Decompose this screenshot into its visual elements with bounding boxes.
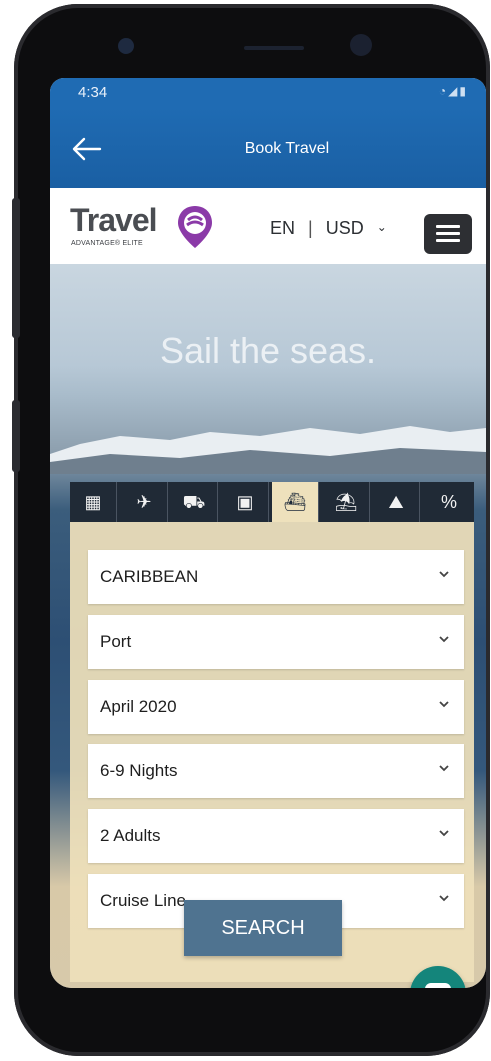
search-button[interactable]: SEARCH bbox=[184, 900, 342, 956]
language-currency-selector[interactable]: EN | USD ⌄ bbox=[270, 218, 387, 239]
signal-icon: ◢ bbox=[448, 84, 460, 98]
location-pin-icon bbox=[178, 206, 212, 248]
page-title: Book Travel bbox=[244, 140, 330, 157]
status-icons: ◔◢▮ bbox=[439, 84, 468, 98]
logo-subtext: ADVANTAGE® ELITE bbox=[71, 240, 143, 247]
chevron-down-icon bbox=[439, 895, 449, 902]
train-icon: ▣ bbox=[236, 492, 254, 512]
earpiece-speaker bbox=[244, 46, 304, 50]
bixby-button bbox=[12, 400, 20, 472]
screen: 4:34 ◔◢▮ Book Travel Travel ADVANTAGE® E… bbox=[50, 78, 486, 988]
coastline-image bbox=[50, 426, 486, 474]
booking-category-tabs: ▦ ✈ ⛟ ▣ ⛴ ⛱ ⛰ % bbox=[70, 482, 474, 522]
chevron-down-icon bbox=[439, 830, 449, 837]
currency-code: USD bbox=[325, 218, 364, 238]
chevron-down-icon bbox=[439, 636, 449, 643]
chat-bubble-icon bbox=[425, 983, 451, 988]
site-header: Travel ADVANTAGE® ELITE EN | USD ⌄ bbox=[50, 188, 486, 264]
status-bar: 4:34 ◔◢▮ bbox=[50, 78, 486, 108]
port-value: Port bbox=[100, 632, 132, 651]
chat-button[interactable] bbox=[410, 966, 466, 988]
nights-select[interactable]: 6-9 Nights bbox=[88, 744, 464, 798]
tab-deals[interactable]: % bbox=[424, 482, 474, 522]
wifi-icon: ◔ bbox=[438, 84, 449, 98]
tab-trains[interactable]: ▣ bbox=[222, 482, 269, 522]
nights-value: 6-9 Nights bbox=[100, 761, 178, 780]
date-value: April 2020 bbox=[100, 697, 177, 716]
travel-advantage-logo[interactable]: Travel ADVANTAGE® ELITE bbox=[70, 202, 240, 258]
date-select[interactable]: April 2020 bbox=[88, 680, 464, 734]
language-code: EN bbox=[270, 218, 296, 238]
guests-select[interactable]: 2 Adults bbox=[88, 809, 464, 863]
chevron-down-icon bbox=[439, 571, 449, 578]
port-select[interactable]: Port bbox=[88, 615, 464, 669]
front-sensor bbox=[118, 38, 134, 54]
tab-cars[interactable]: ⛟ bbox=[171, 482, 218, 522]
chevron-down-icon bbox=[439, 765, 449, 772]
chevron-down-icon: ⌄ bbox=[376, 220, 387, 234]
tab-hotels[interactable]: ▦ bbox=[70, 482, 117, 522]
car-icon: ⛟ bbox=[182, 492, 206, 512]
flight-icon: ✈ bbox=[136, 492, 152, 512]
tab-flights[interactable]: ✈ bbox=[121, 482, 168, 522]
destination-select[interactable]: CARIBBEAN bbox=[88, 550, 464, 604]
beach-umbrella-icon: ⛱ bbox=[334, 492, 358, 512]
status-time: 4:34 bbox=[78, 84, 108, 101]
logo-text: Travel bbox=[70, 202, 158, 238]
activities-icon: ⛰ bbox=[388, 492, 404, 512]
front-camera bbox=[350, 34, 372, 56]
cruise-icon: ⛴ bbox=[283, 492, 307, 512]
volume-button bbox=[12, 198, 20, 338]
tab-cruises[interactable]: ⛴ bbox=[272, 482, 319, 522]
guests-value: 2 Adults bbox=[100, 826, 161, 845]
chevron-down-icon bbox=[439, 701, 449, 708]
cruise-line-value: Cruise Line bbox=[100, 891, 186, 910]
phone-frame: 4:34 ◔◢▮ Book Travel Travel ADVANTAGE® E… bbox=[14, 4, 490, 1056]
tab-vacations[interactable]: ⛱ bbox=[323, 482, 370, 522]
menu-button[interactable] bbox=[424, 214, 472, 254]
app-bar: Book Travel bbox=[50, 108, 486, 188]
hero-title: Sail the seas. bbox=[159, 330, 377, 371]
hotel-icon: ▦ bbox=[84, 492, 102, 512]
hero-section: Sail the seas. ▦ ✈ ⛟ ▣ ⛴ ⛱ ⛰ % CARIBBEAN bbox=[50, 264, 486, 988]
destination-value: CARIBBEAN bbox=[100, 567, 199, 586]
tab-activities[interactable]: ⛰ bbox=[373, 482, 420, 522]
discount-icon: % bbox=[440, 492, 457, 512]
battery-icon: ▮ bbox=[459, 84, 468, 98]
